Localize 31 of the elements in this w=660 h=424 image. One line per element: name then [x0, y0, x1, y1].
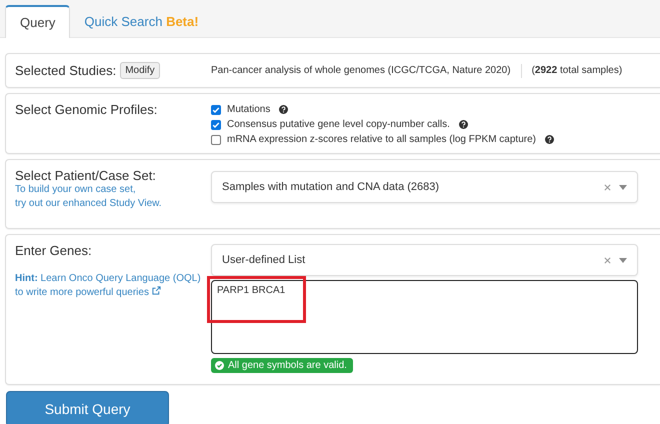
study-view-link[interactable]: try out our enhanced Study View.	[15, 197, 211, 211]
sample-count: (2922 total samples)	[532, 65, 622, 76]
panel-label: Select Genomic Profiles:	[15, 102, 158, 117]
checkbox-label: mRNA expression z-scores relative to all samples (log FPKM capture)	[227, 134, 536, 145]
submit-button[interactable]: Submit Query	[6, 391, 169, 424]
checkbox[interactable]	[211, 104, 221, 114]
caret-icon[interactable]	[619, 258, 627, 262]
dropdown[interactable]: Samples with mutation and CNA data (2683)	[211, 171, 638, 203]
checkbox[interactable]	[211, 134, 221, 144]
clear-icon[interactable]	[604, 256, 611, 264]
panel-label: Selected Studies:	[15, 63, 116, 78]
help-icon[interactable]	[279, 105, 288, 114]
checkbox-label: Consensus putative gene level copy-number calls.	[227, 119, 450, 130]
checkbox-label: Mutations	[227, 104, 270, 115]
study-name: Pan-cancer analysis of whole genomes (ICGC/TCGA, Nature 2020)	[211, 65, 511, 76]
modify-button[interactable]: Modify	[120, 62, 160, 79]
tab[interactable]: Query	[5, 5, 70, 38]
help-icon[interactable]	[545, 135, 554, 144]
panel-label: Select Patient/Case Set:	[15, 168, 157, 183]
panel-label: Enter Genes:	[15, 243, 93, 258]
study-view-link[interactable]: To build your own case set,	[15, 183, 211, 197]
clear-icon[interactable]	[604, 184, 611, 190]
external-link-icon[interactable]	[152, 286, 161, 295]
caret-icon[interactable]	[619, 184, 627, 190]
oql-hint-link[interactable]: Hint: Learn Onco Query Language (OQL) to write more powerful queries	[15, 272, 211, 300]
help-icon[interactable]	[458, 120, 468, 129]
check-circle-icon	[215, 361, 224, 370]
dropdown[interactable]: User-defined List	[211, 244, 638, 276]
validation-badge: All gene symbols are valid.	[211, 358, 353, 373]
checkbox[interactable]	[211, 120, 221, 130]
tab[interactable]: Quick Search Beta!	[70, 5, 213, 37]
